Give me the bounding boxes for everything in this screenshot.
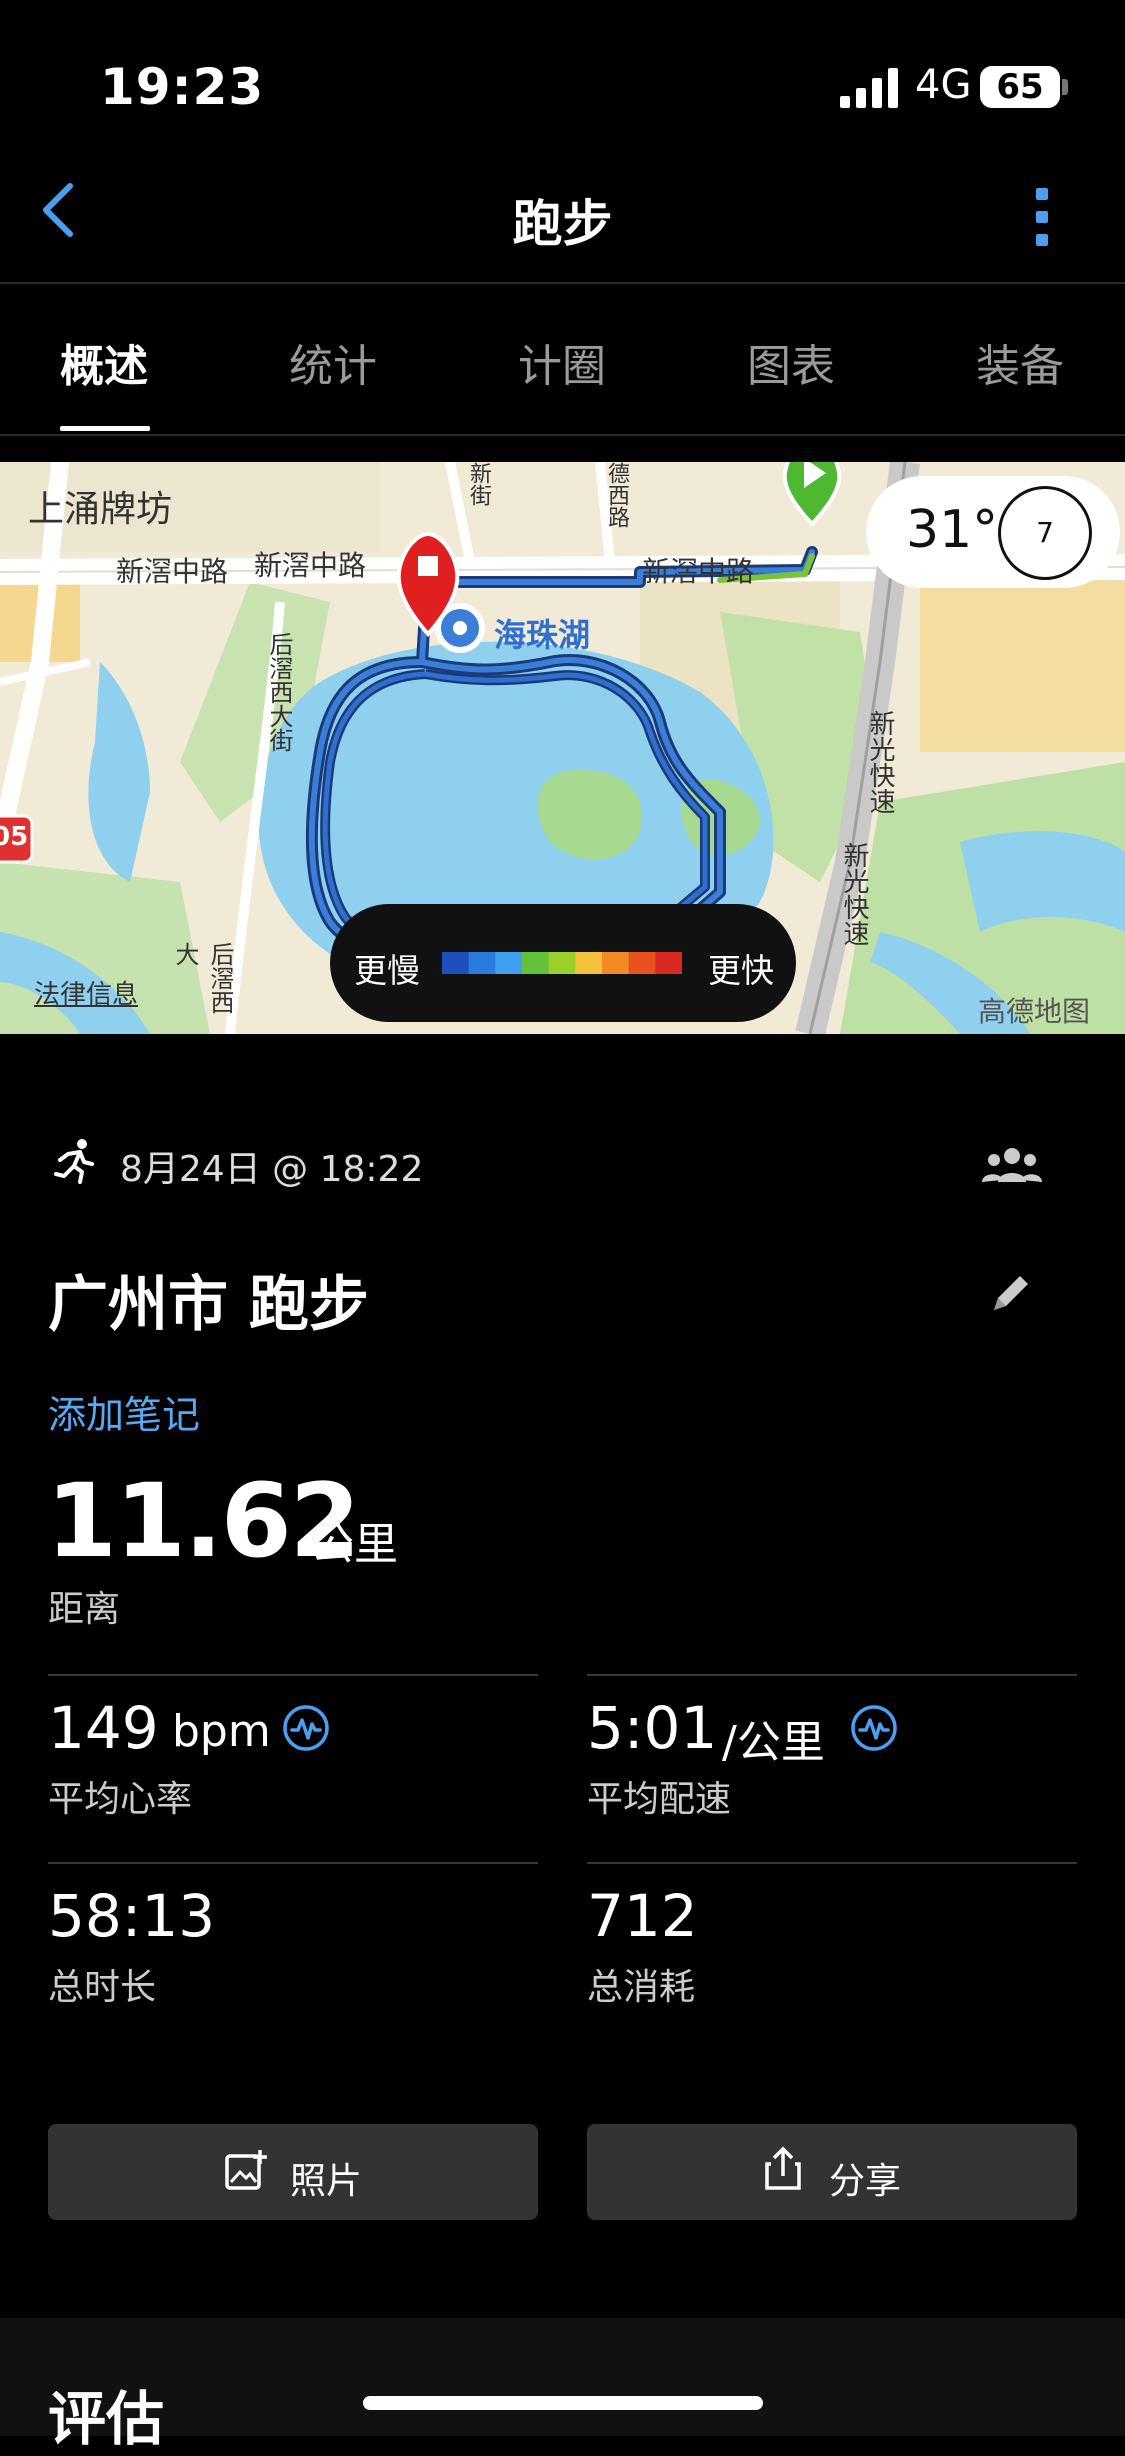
distance-label: 距离 — [48, 1589, 121, 1630]
wind-dial: 7 — [998, 486, 1092, 580]
legend-color-segment — [602, 952, 630, 974]
total-time-label: 总时长 — [48, 1967, 157, 2008]
avg-heart-rate-value: 149 — [48, 1694, 159, 1762]
legend-color-segment — [522, 952, 550, 974]
map-label-jie: 新街 — [466, 462, 491, 506]
stat-divider — [48, 1862, 538, 1864]
battery-icon: 65 — [980, 66, 1060, 108]
map-label-houjiao: 后滘西大街 — [265, 632, 293, 752]
legend-color-segment — [495, 952, 523, 974]
map-label-xilu: 德西路 — [604, 462, 629, 528]
running-icon — [54, 1139, 94, 1184]
tab-overview[interactable]: 概述 — [4, 330, 204, 394]
home-indicator[interactable] — [363, 2396, 763, 2410]
evaluation-panel — [0, 2318, 1125, 2436]
share-button[interactable]: 分享 — [587, 2124, 1077, 2220]
avg-heart-rate-label: 平均心率 — [48, 1779, 193, 1820]
share-button-label: 分享 — [829, 2161, 902, 2202]
tab-gear[interactable]: 装备 — [920, 330, 1120, 394]
map-label-houjiao-2: 后滘西大 — [171, 942, 234, 1014]
legend-color-segment — [575, 952, 603, 974]
map-label-road-2: 新滘中路 — [254, 549, 367, 582]
avg-pace-value: 5:01 — [587, 1694, 718, 1762]
stat-divider — [48, 1674, 538, 1676]
legend-gradient-bar — [442, 952, 682, 974]
legend-fast: 更快 — [708, 951, 774, 990]
tab-laps[interactable]: 计圈 — [462, 330, 662, 394]
map-provider: 高德地图 — [978, 995, 1091, 1028]
total-time-value: 58:13 — [48, 1882, 216, 1950]
avg-pace-label: 平均配速 — [587, 1779, 732, 1820]
tabs-divider — [0, 434, 1125, 436]
weather-temperature: 31° — [906, 500, 999, 560]
legend-color-segment — [442, 952, 470, 974]
legend-color-segment — [468, 952, 496, 974]
map-label-xinguang-2: 新光快速 — [839, 842, 869, 946]
share-icon — [765, 2146, 801, 2190]
photo-button-label: 照片 — [290, 2161, 363, 2202]
network-type: 4G — [915, 62, 972, 108]
legend-color-segment — [628, 952, 656, 974]
tab-charts[interactable]: 图表 — [691, 330, 891, 394]
add-photo-icon — [225, 2150, 267, 2190]
activity-title: 广州市 跑步 — [48, 1270, 369, 1340]
map-label-shangyong: 上涌牌坊 — [28, 489, 173, 530]
edit-pencil-icon[interactable] — [988, 1270, 1034, 1316]
stat-divider — [587, 1862, 1077, 1864]
tab-active-indicator — [60, 426, 150, 431]
signal-icon — [840, 68, 898, 108]
heart-rate-wave-icon[interactable] — [282, 1704, 330, 1752]
map-label-xinguang-1: 新光快速 — [865, 710, 895, 814]
legend-color-segment — [548, 952, 576, 974]
legend-color-segment — [655, 952, 682, 974]
pace-wave-icon[interactable] — [850, 1704, 898, 1752]
map-legal-link[interactable]: 法律信息 — [34, 974, 138, 1011]
avg-heart-rate-unit: bpm — [172, 1706, 271, 1757]
total-calories-label: 总消耗 — [587, 1967, 696, 2008]
speed-legend: 更慢 更快 — [330, 904, 796, 1022]
more-options-icon[interactable] — [1030, 186, 1054, 248]
status-time: 19:23 — [100, 58, 265, 116]
legend-slow: 更慢 — [354, 951, 420, 990]
battery-tip — [1062, 79, 1068, 95]
nav-divider — [0, 282, 1125, 284]
add-note-link[interactable]: 添加笔记 — [48, 1384, 200, 1439]
map-badge: 05 — [0, 822, 29, 852]
map-label-road-3: 新滘中路 — [642, 555, 755, 588]
evaluation-heading: 评估 — [48, 2385, 165, 2453]
activity-date: 8月24日 @ 18:22 — [120, 1149, 424, 1190]
map-label-road-1: 新滘中路 — [116, 555, 229, 588]
stat-divider — [587, 1674, 1077, 1676]
tab-stats[interactable]: 统计 — [233, 330, 433, 394]
group-icon[interactable] — [980, 1144, 1044, 1184]
avg-pace-unit: /公里 — [722, 1717, 825, 1768]
map-label-lake: 海珠湖 — [494, 616, 591, 654]
photo-button[interactable]: 照片 — [48, 2124, 538, 2220]
distance-unit: 公里 — [310, 1519, 398, 1570]
total-calories-value: 712 — [587, 1882, 698, 1950]
page-title: 跑步 — [512, 195, 613, 253]
